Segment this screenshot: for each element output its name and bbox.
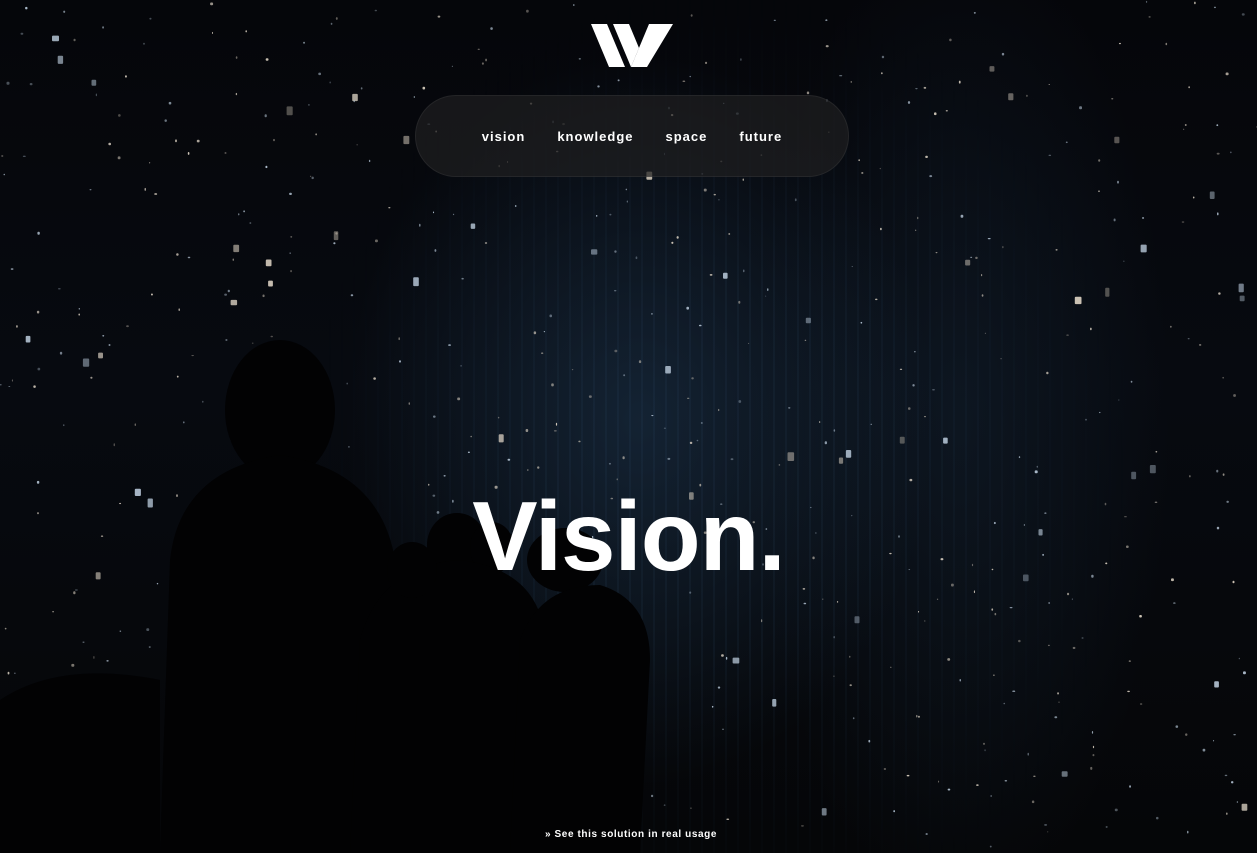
hero-section: vision knowledge space future Vision. » … — [0, 0, 1257, 853]
real-usage-link[interactable]: » See this solution in real usage — [0, 829, 1257, 840]
hero-title: Vision. — [472, 480, 786, 591]
main-nav: vision knowledge space future — [415, 95, 849, 177]
wy-monogram-logo-icon[interactable] — [591, 22, 673, 69]
nav-item-knowledge[interactable]: knowledge — [557, 129, 633, 144]
nav-item-future[interactable]: future — [739, 129, 782, 144]
nav-item-vision[interactable]: vision — [482, 129, 526, 144]
nav-item-space[interactable]: space — [666, 129, 708, 144]
double-chevron-icon: » — [544, 829, 552, 840]
real-usage-link-label: See this solution in real usage — [554, 829, 718, 840]
